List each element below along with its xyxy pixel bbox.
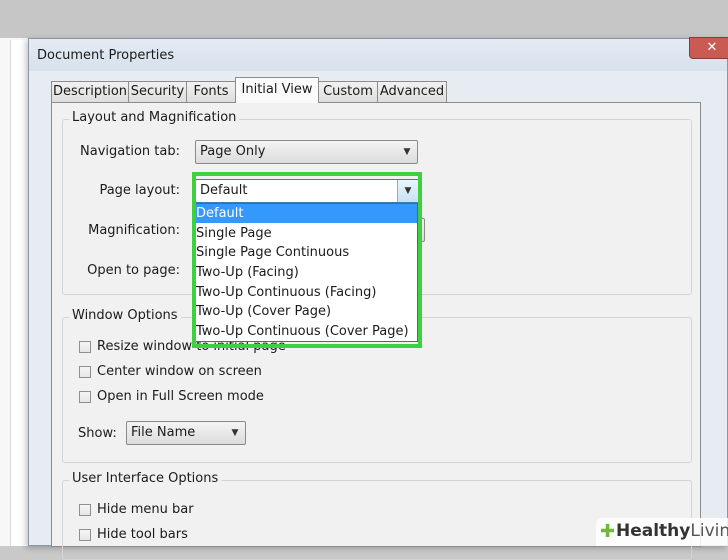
magnification-label: Magnification: <box>88 223 180 238</box>
open-to-page-label: Open to page: <box>87 263 180 278</box>
dialog-titlebar: Document Properties ✕ <box>29 37 728 71</box>
navigation-tab-label: Navigation tab: <box>80 144 180 159</box>
tab-security[interactable]: Security <box>128 81 187 102</box>
navigation-tab-value: Page Only <box>200 144 266 159</box>
close-button[interactable]: ✕ <box>689 37 728 59</box>
show-value: File Name <box>131 425 196 440</box>
hide-toolbars-label: Hide tool bars <box>97 527 188 542</box>
highlight-box <box>192 172 422 348</box>
navigation-tab-select[interactable]: Page Only ▼ <box>195 140 418 164</box>
watermark-text: HealthyLiving <box>616 521 728 541</box>
tab-advanced[interactable]: Advanced <box>377 81 447 102</box>
chevron-down-icon: ▼ <box>231 428 239 438</box>
tab-custom[interactable]: Custom <box>318 81 378 102</box>
app-toolbar-background <box>0 0 728 38</box>
close-icon: ✕ <box>706 40 718 55</box>
hide-menu-checkbox[interactable] <box>79 504 91 516</box>
hide-toolbars-checkbox[interactable] <box>79 529 91 541</box>
tab-initial-view[interactable]: Initial View <box>235 77 319 103</box>
group-title: User Interface Options <box>69 471 222 486</box>
watermark-living: Living <box>690 521 728 541</box>
hide-menu-label: Hide menu bar <box>97 502 194 517</box>
dialog-title: Document Properties <box>37 48 175 63</box>
full-screen-label: Open in Full Screen mode <box>97 389 264 404</box>
plus-icon: ✚ <box>600 521 616 542</box>
watermark-healthy: Healthy <box>616 521 691 541</box>
resize-window-checkbox[interactable] <box>79 341 91 353</box>
chevron-down-icon: ▼ <box>403 147 411 157</box>
tab-fonts[interactable]: Fonts <box>186 81 236 102</box>
group-title: Layout and Magnification <box>69 110 240 125</box>
group-title: Window Options <box>69 308 181 323</box>
center-window-label: Center window on screen <box>97 364 262 379</box>
page-layout-label: Page layout: <box>99 183 180 198</box>
show-select[interactable]: File Name ▼ <box>126 421 246 445</box>
full-screen-checkbox[interactable] <box>79 391 91 403</box>
tab-description[interactable]: Description <box>51 81 129 102</box>
center-window-checkbox[interactable] <box>79 366 91 378</box>
show-label: Show: <box>78 426 117 441</box>
watermark: ✚ HealthyLiving <box>596 518 728 546</box>
